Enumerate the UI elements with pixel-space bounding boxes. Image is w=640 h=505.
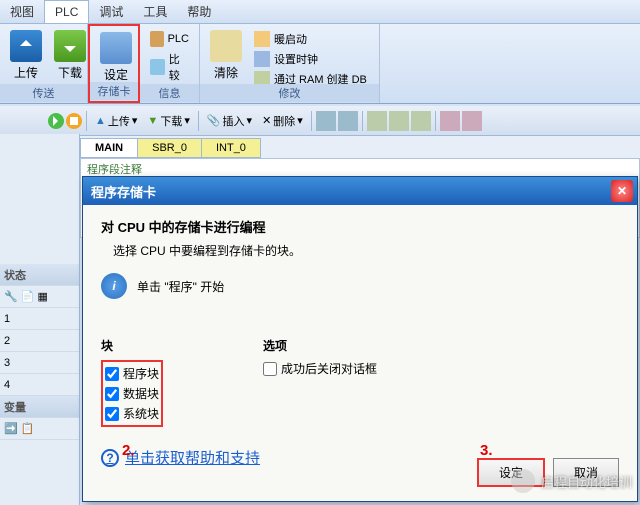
annotation-2: 2. [122,442,135,459]
vars-row-tools[interactable]: ➡️ 📋 [0,418,79,440]
tb-icon-1[interactable] [316,111,336,131]
dialog-title: 程序存储卡 [83,177,637,205]
checkbox-close-on-success[interactable]: 成功后关闭对话框 [263,360,377,377]
tab-main[interactable]: MAIN [80,138,138,158]
watermark: 启程自动化培训 [511,469,632,493]
tb-icon-4[interactable] [389,111,409,131]
setclock-button[interactable]: 设置时钟 [252,50,369,68]
group-label-transfer: 传送 [0,84,87,102]
tb-download[interactable]: ▼下载▾ [143,111,193,131]
row-2[interactable]: 2 [0,330,79,352]
warmstart-button[interactable]: 暖启动 [252,30,369,48]
tab-int0[interactable]: INT_0 [201,138,261,158]
plc-info-button[interactable]: PLC [148,30,191,48]
dialog-subtitle: 选择 CPU 中要编程到存储卡的块。 [101,242,619,259]
run-button[interactable] [48,113,64,129]
dialog-info-text: 单击 "程序" 开始 [137,278,224,295]
compare-icon [150,59,165,75]
compare-button[interactable]: 比较 [148,50,191,84]
clear-icon [210,30,242,62]
vars-header: 变量 [0,396,79,418]
ribbon-group-info: PLC 比较 1. 信息 [140,24,200,103]
left-panel: 状态 🔧 📄 ▦ 1 2 3 4 变量 ➡️ 📋 [0,134,80,505]
set-icon [100,32,132,64]
group-label-memcard: 存储卡 [90,82,138,100]
tb-upload[interactable]: ▲上传▾ [91,111,141,131]
row-4[interactable]: 4 [0,374,79,396]
download-label: 下载 [58,64,82,81]
menu-tools[interactable]: 工具 [133,0,177,24]
section-blocks: 块 程序块 数据块 系统块 [101,337,163,427]
clock-icon [254,51,270,67]
checkbox-program-block[interactable]: 程序块 [105,365,159,382]
menu-plc[interactable]: PLC [44,0,89,23]
status-header: 状态 [0,264,79,286]
upload-label: 上传 [14,64,38,81]
annotation-3: 3. [480,442,493,459]
tb-insert[interactable]: 📎插入▾ [203,111,256,131]
group-label-modify: 修改 [200,84,379,102]
clear-label: 清除 [214,64,238,81]
tb-icon-2[interactable] [338,111,358,131]
dialog-program-memcard: 程序存储卡 ✕ 对 CPU 中的存储卡进行编程 选择 CPU 中要编程到存储卡的… [82,176,638,502]
group-label-info: 信息 [140,84,199,102]
info-icon: i [101,273,127,299]
upload-icon [10,30,42,62]
plc-icon [150,31,164,47]
set-label: 设定 [104,66,128,83]
help-icon: ? [101,449,119,467]
options-heading: 选项 [263,337,377,354]
ribbon: 上传 下载 传送 设定 存储卡 PLC 比较 1. 信息 清除 [0,24,640,104]
checkbox-data-block[interactable]: 数据块 [105,385,159,402]
menu-view[interactable]: 视图 [0,0,44,24]
menu-help[interactable]: 帮助 [177,0,221,24]
status-row-tools[interactable]: 🔧 📄 ▦ [0,286,79,308]
stop-button[interactable] [66,113,82,129]
section-options: 选项 成功后关闭对话框 [263,337,377,427]
row-1[interactable]: 1 [0,308,79,330]
toolbar-secondary: ▲上传▾ ▼下载▾ 📎插入▾ ✕删除▾ [0,106,640,136]
tab-sbr0[interactable]: SBR_0 [137,138,202,158]
tb-icon-7[interactable] [462,111,482,131]
blocks-heading: 块 [101,337,163,354]
tb-icon-3[interactable] [367,111,387,131]
code-tabs: MAIN SBR_0 INT_0 [0,136,640,158]
tb-delete[interactable]: ✕删除▾ [258,111,307,131]
dialog-info-row: i 单击 "程序" 开始 [101,273,619,299]
tb-icon-6[interactable] [440,111,460,131]
dialog-heading: 对 CPU 中的存储卡进行编程 [101,217,619,236]
menu-debug[interactable]: 调试 [89,0,133,24]
ribbon-group-transfer: 上传 下载 传送 [0,24,88,103]
tb-icon-5[interactable] [411,111,431,131]
dialog-close-button[interactable]: ✕ [611,180,633,202]
watermark-icon [511,469,535,493]
checkbox-system-block[interactable]: 系统块 [105,405,159,422]
ribbon-group-modify: 清除 暖启动 设置时钟 通过 RAM 创建 DB 修改 [200,24,380,103]
menu-bar: 视图 PLC 调试 工具 帮助 [0,0,640,24]
download-icon [54,30,86,62]
row-3[interactable]: 3 [0,352,79,374]
warmstart-icon [254,31,270,47]
ribbon-group-memcard: 设定 存储卡 [88,24,140,103]
